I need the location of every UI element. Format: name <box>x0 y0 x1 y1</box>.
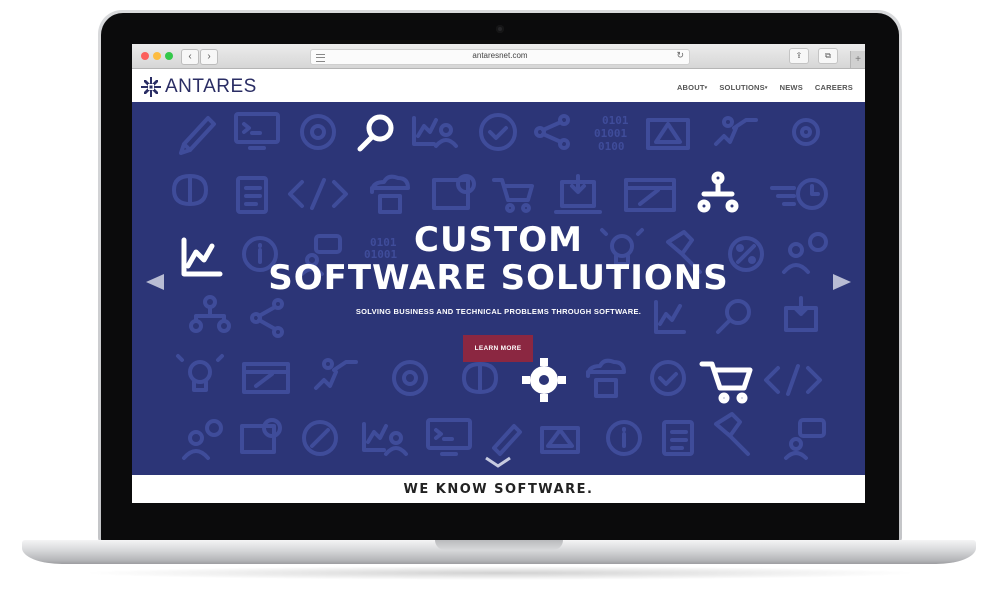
svg-text:0100: 0100 <box>598 140 625 153</box>
pencil-icon <box>179 116 216 155</box>
hero-banner: 0101 01001 0100 0101 01001 CUSTOM SOFTWARE … <box>132 102 865 475</box>
site-header: ANTARES ABOUT▾ SOLUTIONS▾ NEWS CAREERS <box>132 69 865 102</box>
share-icon[interactable]: ⇪ <box>789 48 809 64</box>
address-bar[interactable]: antaresnet.com ↻ <box>310 49 690 65</box>
lightbulb-icon <box>176 354 224 392</box>
info-icon <box>606 420 642 456</box>
chart-person-icon <box>412 116 458 148</box>
learn-more-button[interactable]: LEARN MORE <box>463 335 533 362</box>
laptop-shadow <box>80 566 920 580</box>
hammer-icon <box>714 412 750 456</box>
certificate-icon <box>432 174 476 210</box>
pencil-icon <box>492 424 522 456</box>
nav-about-label: ABOUT <box>676 83 705 92</box>
maximize-window-button[interactable] <box>165 52 173 60</box>
nav-careers[interactable]: CAREERS <box>815 83 853 92</box>
url-text: antaresnet.com <box>472 51 528 60</box>
cloud-save-icon <box>586 358 626 398</box>
clipboard-icon <box>662 420 694 456</box>
minimize-window-button[interactable] <box>153 52 161 60</box>
share-icon <box>534 114 570 150</box>
chat-person-icon <box>784 418 826 460</box>
gear-cycle-icon <box>392 360 428 396</box>
share-icon <box>250 298 284 338</box>
cart-icon <box>699 361 753 404</box>
back-button[interactable]: ‹ <box>181 49 199 65</box>
nav-news[interactable]: NEWS <box>780 83 803 92</box>
tagline-band: WE KNOW SOFTWARE. <box>132 475 865 503</box>
code-icon <box>288 178 348 210</box>
gear-icon <box>792 118 820 146</box>
webcam <box>496 25 504 33</box>
person-clock-icon <box>182 419 223 460</box>
cart-icon <box>492 178 534 213</box>
browser-toolbar: ‹ › antaresnet.com ↻ ⇪ ⧉ + <box>132 44 865 69</box>
tabs-icon[interactable]: ⧉ <box>818 48 838 64</box>
nav-about[interactable]: ABOUT▾ <box>677 83 707 92</box>
browser-edit-icon <box>242 362 290 394</box>
site-logo[interactable]: ANTARES <box>141 76 257 98</box>
laptop-screen: ‹ › antaresnet.com ↻ ⇪ ⧉ + ANTARES ABOUT… <box>132 44 865 503</box>
runner-icon <box>314 358 358 390</box>
hero-title-line2: SOFTWARE SOLUTIONS <box>268 258 729 298</box>
svg-text:01001: 01001 <box>594 127 627 140</box>
brain-icon <box>462 362 498 394</box>
refresh-icon <box>650 360 686 396</box>
terminal-icon <box>426 418 472 456</box>
antares-star-icon <box>141 77 161 97</box>
nav-solutions-label: SOLUTIONS <box>719 83 765 92</box>
gear-icon <box>522 358 566 402</box>
chart-person-icon <box>362 422 408 456</box>
search-icon <box>716 299 751 334</box>
forward-button[interactable]: › <box>200 49 218 65</box>
hero-subtitle: SOLVING BUSINESS AND TECHNICAL PROBLEMS … <box>355 307 642 316</box>
brain-icon <box>172 174 208 206</box>
browser-edit-icon <box>624 178 676 212</box>
blueprint-icon <box>646 118 690 150</box>
tagline-text: WE KNOW SOFTWARE. <box>403 482 594 497</box>
chevron-down-icon: ▾ <box>764 85 768 91</box>
new-tab-button[interactable]: + <box>850 51 865 68</box>
timer-icon <box>770 178 828 210</box>
cloud-save-icon <box>370 174 410 214</box>
org-chart-icon <box>697 171 739 213</box>
gear-cycle-icon <box>300 114 336 150</box>
runner-icon <box>714 116 758 146</box>
reload-icon[interactable]: ↻ <box>676 50 684 61</box>
blueprint-icon <box>540 426 580 454</box>
chevron-down-icon <box>485 456 511 468</box>
laptop-notch <box>435 540 563 550</box>
download-icon <box>554 174 602 214</box>
clipboard-icon <box>236 176 268 214</box>
nav-solutions[interactable]: SOLUTIONS▾ <box>719 83 767 92</box>
search-icon <box>357 114 394 152</box>
terminal-icon <box>234 112 280 150</box>
svg-text:0101: 0101 <box>602 114 629 127</box>
certificate-icon <box>240 418 282 454</box>
refresh-icon <box>479 113 517 151</box>
chevron-down-icon: ▾ <box>704 85 708 91</box>
percent-icon <box>302 420 338 456</box>
main-nav: ABOUT▾ SOLUTIONS▾ NEWS CAREERS <box>677 83 853 92</box>
hero-title-line1: CUSTOM <box>414 220 583 260</box>
close-window-button[interactable] <box>141 52 149 60</box>
logo-text: ANTARES <box>165 76 257 97</box>
code-icon <box>764 364 822 396</box>
